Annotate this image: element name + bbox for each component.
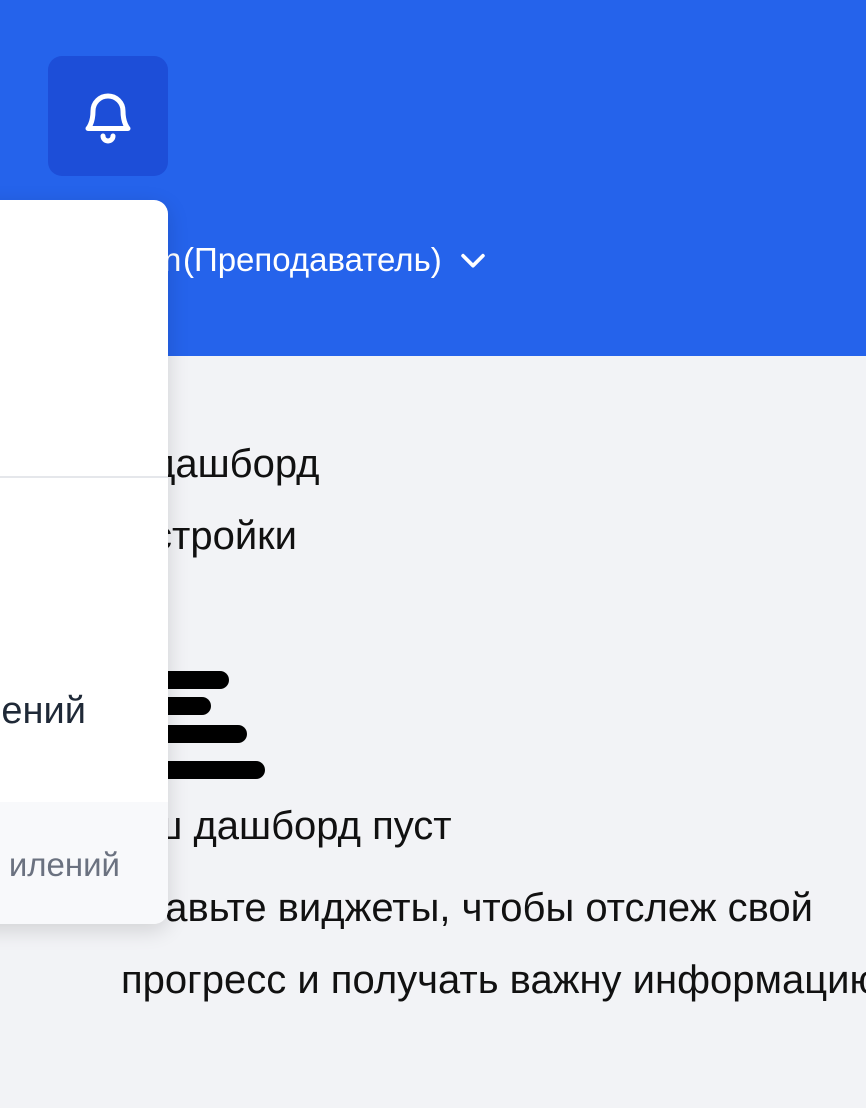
dropdown-footer[interactable]: илений xyxy=(0,802,168,924)
nav-settings-link[interactable]: стройки xyxy=(152,514,297,559)
nav-dashboard-link[interactable]: дашборд xyxy=(152,442,320,487)
role-label: (Преподаватель) xyxy=(183,241,442,278)
dropdown-item[interactable]: ений xyxy=(1,690,86,733)
dropdown-panel: ений илений xyxy=(0,200,168,924)
chevron-down-icon xyxy=(460,253,485,268)
role-switcher[interactable]: n (Преподаватель) xyxy=(163,238,490,282)
bars-icon xyxy=(151,671,265,779)
dropdown-divider xyxy=(0,476,168,478)
empty-state-description: обавьте виджеты, чтобы отслеж свой прогр… xyxy=(121,886,866,1002)
empty-state-title: аш дашборд пуст xyxy=(128,804,452,848)
page: n (Преподаватель) дашборд стройки аш даш… xyxy=(0,0,866,1108)
dropdown-footer-label: илений xyxy=(8,846,120,883)
bell-icon xyxy=(85,93,131,144)
notifications-button[interactable] xyxy=(48,56,168,176)
